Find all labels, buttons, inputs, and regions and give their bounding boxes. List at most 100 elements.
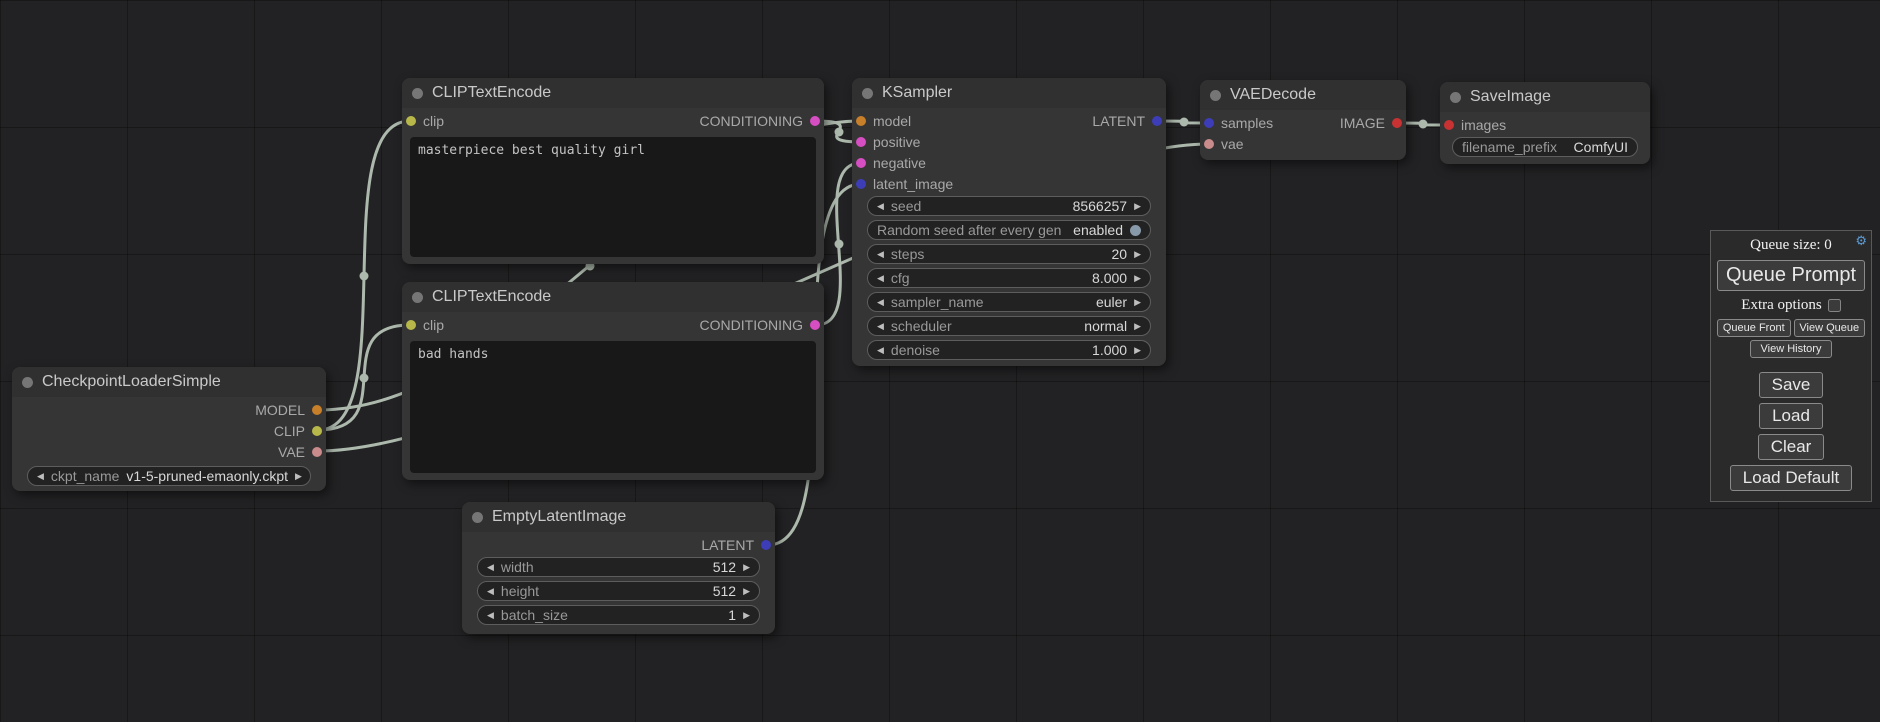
output-slot-image[interactable]: IMAGE — [1340, 115, 1402, 131]
output-slot-latent[interactable]: LATENT — [1092, 113, 1162, 129]
input-slot-samples[interactable]: samples — [1204, 115, 1273, 131]
latent-slot-dot-icon[interactable] — [856, 179, 866, 189]
output-slot-model[interactable]: MODEL — [255, 402, 322, 418]
height-number-widget[interactable]: height 512 — [477, 581, 760, 601]
node-title-bar[interactable]: CLIPTextEncode — [402, 78, 824, 108]
negative-prompt-textarea[interactable]: bad hands — [410, 341, 816, 473]
node-title-bar[interactable]: EmptyLatentImage — [462, 502, 775, 532]
input-slot-model[interactable]: model — [856, 113, 911, 129]
collapse-icon[interactable] — [1210, 90, 1221, 101]
increment-icon[interactable] — [743, 563, 750, 572]
output-slot-vae[interactable]: VAE — [278, 444, 322, 460]
random-seed-toggle-widget[interactable]: Random seed after every gen enabled — [867, 220, 1151, 240]
positive-prompt-textarea[interactable]: masterpiece best quality girl — [410, 137, 816, 257]
prev-value-icon[interactable] — [877, 322, 884, 331]
collapse-icon[interactable] — [412, 292, 423, 303]
node-save-image[interactable]: SaveImage images filename_prefix ComfyUI — [1440, 82, 1650, 164]
increment-icon[interactable] — [1134, 346, 1141, 355]
node-title-bar[interactable]: VAEDecode — [1200, 80, 1406, 110]
extra-options-checkbox[interactable] — [1828, 299, 1841, 312]
input-slot-clip[interactable]: clip — [406, 113, 444, 129]
decrement-icon[interactable] — [487, 611, 494, 620]
batch-size-number-widget[interactable]: batch_size 1 — [477, 605, 760, 625]
image-slot-dot-icon[interactable] — [1444, 120, 1454, 130]
collapse-icon[interactable] — [862, 88, 873, 99]
output-slot-conditioning[interactable]: CONDITIONING — [700, 317, 820, 333]
filename-prefix-text-widget[interactable]: filename_prefix ComfyUI — [1452, 137, 1638, 157]
view-queue-button[interactable]: View Queue — [1794, 319, 1865, 337]
seed-number-widget[interactable]: seed 8566257 — [867, 196, 1151, 216]
latent-slot-dot-icon[interactable] — [761, 540, 771, 550]
settings-gear-icon[interactable]: ⚙ — [1855, 234, 1867, 249]
increment-icon[interactable] — [1134, 274, 1141, 283]
scheduler-combo-widget[interactable]: scheduler normal — [867, 316, 1151, 336]
save-button[interactable]: Save — [1759, 372, 1824, 398]
model-slot-dot-icon[interactable] — [856, 116, 866, 126]
node-title-bar[interactable]: SaveImage — [1440, 82, 1650, 112]
clear-button[interactable]: Clear — [1758, 434, 1825, 460]
cfg-number-widget[interactable]: cfg 8.000 — [867, 268, 1151, 288]
load-button[interactable]: Load — [1759, 403, 1823, 429]
input-slot-latent-image[interactable]: latent_image — [856, 176, 953, 192]
next-value-icon[interactable] — [1134, 322, 1141, 331]
sampler-name-combo-widget[interactable]: sampler_name euler — [867, 292, 1151, 312]
input-slot-clip[interactable]: clip — [406, 317, 444, 333]
output-slot-latent[interactable]: LATENT — [701, 537, 771, 553]
input-slot-images[interactable]: images — [1444, 117, 1506, 133]
decrement-icon[interactable] — [877, 250, 884, 259]
increment-icon[interactable] — [743, 611, 750, 620]
next-value-icon[interactable] — [1134, 298, 1141, 307]
toggle-on-indicator-icon[interactable] — [1130, 225, 1141, 236]
node-checkpoint-loader-simple[interactable]: CheckpointLoaderSimple MODEL CLIP VAE ck… — [12, 367, 326, 491]
vae-slot-dot-icon[interactable] — [1204, 139, 1214, 149]
input-slot-vae[interactable]: vae — [1204, 136, 1244, 152]
next-value-icon[interactable] — [295, 472, 302, 481]
node-title-bar[interactable]: CLIPTextEncode — [402, 282, 824, 312]
prev-value-icon[interactable] — [37, 472, 44, 481]
queue-front-button[interactable]: Queue Front — [1717, 319, 1791, 337]
model-slot-dot-icon[interactable] — [312, 405, 322, 415]
increment-icon[interactable] — [743, 587, 750, 596]
clip-slot-dot-icon[interactable] — [312, 426, 322, 436]
decrement-icon[interactable] — [877, 202, 884, 211]
width-number-widget[interactable]: width 512 — [477, 557, 760, 577]
increment-icon[interactable] — [1134, 250, 1141, 259]
decrement-icon[interactable] — [877, 346, 884, 355]
increment-icon[interactable] — [1134, 202, 1141, 211]
output-slot-conditioning[interactable]: CONDITIONING — [700, 113, 820, 129]
node-ksampler[interactable]: KSampler model LATENT positive negative — [852, 78, 1166, 366]
load-default-button[interactable]: Load Default — [1730, 465, 1852, 491]
conditioning-slot-dot-icon[interactable] — [856, 158, 866, 168]
steps-number-widget[interactable]: steps 20 — [867, 244, 1151, 264]
decrement-icon[interactable] — [877, 274, 884, 283]
collapse-icon[interactable] — [22, 377, 33, 388]
input-slot-positive[interactable]: positive — [856, 134, 920, 150]
output-slot-clip[interactable]: CLIP — [274, 423, 322, 439]
node-title-bar[interactable]: KSampler — [852, 78, 1166, 108]
node-clip-text-encode-negative[interactable]: CLIPTextEncode clip CONDITIONING bad han… — [402, 282, 824, 480]
node-clip-text-encode-positive[interactable]: CLIPTextEncode clip CONDITIONING masterp… — [402, 78, 824, 264]
denoise-number-widget[interactable]: denoise 1.000 — [867, 340, 1151, 360]
node-empty-latent-image[interactable]: EmptyLatentImage LATENT width 512 height… — [462, 502, 775, 634]
clip-slot-dot-icon[interactable] — [406, 320, 416, 330]
node-title-bar[interactable]: CheckpointLoaderSimple — [12, 367, 326, 397]
ckpt-name-combo-widget[interactable]: ckpt_name v1-5-pruned-emaonly.ckpt — [27, 466, 311, 486]
clip-slot-dot-icon[interactable] — [406, 116, 416, 126]
decrement-icon[interactable] — [487, 563, 494, 572]
queue-prompt-button[interactable]: Queue Prompt — [1717, 260, 1865, 291]
view-history-button[interactable]: View History — [1750, 340, 1833, 358]
collapse-icon[interactable] — [472, 512, 483, 523]
prev-value-icon[interactable] — [877, 298, 884, 307]
collapse-icon[interactable] — [412, 88, 423, 99]
collapse-icon[interactable] — [1450, 92, 1461, 103]
latent-slot-dot-icon[interactable] — [1152, 116, 1162, 126]
latent-slot-dot-icon[interactable] — [1204, 118, 1214, 128]
conditioning-slot-dot-icon[interactable] — [856, 137, 866, 147]
input-slot-negative[interactable]: negative — [856, 155, 926, 171]
decrement-icon[interactable] — [487, 587, 494, 596]
image-slot-dot-icon[interactable] — [1392, 118, 1402, 128]
conditioning-slot-dot-icon[interactable] — [810, 320, 820, 330]
conditioning-slot-dot-icon[interactable] — [810, 116, 820, 126]
node-vae-decode[interactable]: VAEDecode samples IMAGE vae — [1200, 80, 1406, 160]
vae-slot-dot-icon[interactable] — [312, 447, 322, 457]
